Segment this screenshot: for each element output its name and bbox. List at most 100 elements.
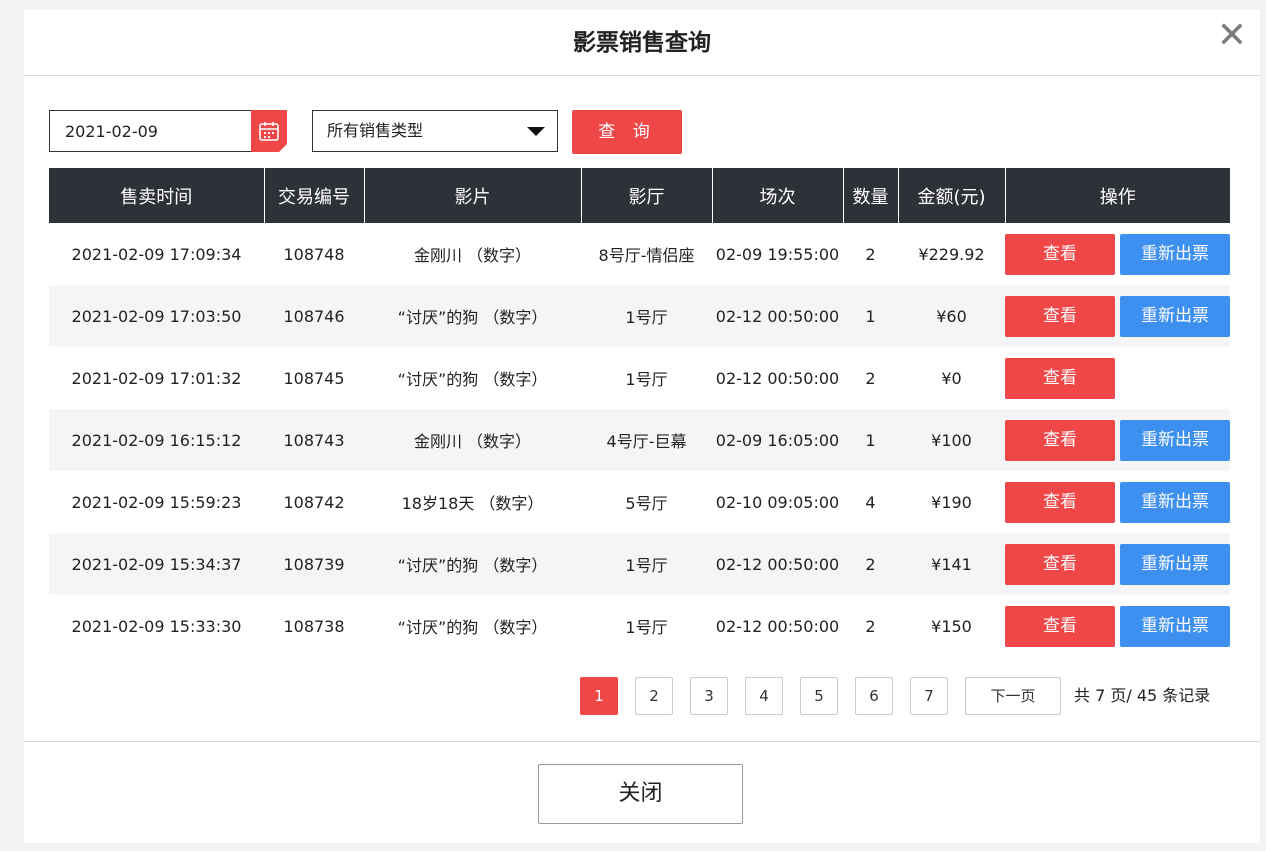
table-row: 2021-02-09 15:34:37 108739 “讨厌”的狗 （数字） 1号厅 0… bbox=[49, 533, 1230, 595]
cell-amount: ¥0 bbox=[941, 368, 962, 388]
table-row: 2021-02-09 17:09:34 108748 金刚川 （数字） 8号厅-情侣座… bbox=[49, 223, 1230, 285]
reissue-button[interactable]: 重新出票 bbox=[1120, 606, 1230, 647]
cell-time: 2021-02-09 15:34:37 bbox=[49, 533, 264, 595]
view-button[interactable]: 查看 bbox=[1005, 420, 1115, 461]
close-icon[interactable]: ✕ bbox=[1214, 18, 1250, 54]
cell-id: 108739 bbox=[264, 533, 364, 595]
cell-time: 2021-02-09 15:33:30 bbox=[71, 616, 242, 636]
chevron-down-icon bbox=[527, 127, 545, 136]
cell-actions: 查看 重新出票 bbox=[1005, 285, 1230, 347]
cell-qty: 1 bbox=[843, 409, 898, 471]
cell-hall: 5号厅 bbox=[625, 494, 668, 513]
cell-film: “讨厌”的狗 （数字） bbox=[364, 285, 581, 347]
cell-film: “讨厌”的狗 （数字） bbox=[364, 533, 581, 595]
page-1-button[interactable]: 1 bbox=[580, 677, 618, 715]
cell-session: 02-12 00:50:00 bbox=[712, 533, 843, 595]
cell-amount: ¥190 bbox=[931, 492, 972, 512]
cell-film: 18岁18天 （数字） bbox=[401, 494, 544, 513]
cell-hall: 8号厅-情侣座 bbox=[598, 246, 695, 265]
row-actions: 查看 重新出票 bbox=[1005, 471, 1230, 533]
cell-id: 108738 bbox=[283, 616, 345, 636]
calendar-icon[interactable] bbox=[251, 110, 287, 152]
cell-hall: 1号厅 bbox=[581, 533, 712, 595]
cell-amount: ¥229.92 bbox=[918, 244, 985, 264]
reissue-button[interactable]: 重新出票 bbox=[1120, 420, 1230, 461]
sales-table: 售卖时间 交易编号 影片 影厅 场次 数量 金额(元) 操作 2021-02-0… bbox=[49, 168, 1230, 657]
query-button[interactable]: 查 询 bbox=[572, 110, 682, 154]
cell-actions: 查看 重新出票 bbox=[1005, 471, 1230, 533]
cell-film: “讨厌”的狗 （数字） bbox=[397, 618, 548, 637]
view-button[interactable]: 查看 bbox=[1005, 544, 1115, 585]
page-6-button[interactable]: 6 bbox=[855, 677, 893, 715]
row-actions: 查看 重新出票 bbox=[1005, 223, 1230, 285]
cell-qty: 4 bbox=[865, 492, 876, 512]
table-row: 2021-02-09 15:59:23 108742 18岁18天 （数字） 5号厅 0… bbox=[49, 471, 1230, 533]
header-qty: 数量 bbox=[842, 168, 898, 223]
page-2-button[interactable]: 2 bbox=[635, 677, 673, 715]
view-button[interactable]: 查看 bbox=[1005, 358, 1115, 399]
pagination: 1 2 3 4 5 6 7 下一页 共 7 页/ 45 条记录 bbox=[580, 677, 1260, 717]
page-4-button[interactable]: 4 bbox=[745, 677, 783, 715]
cell-time: 2021-02-09 16:15:12 bbox=[49, 409, 264, 471]
footer-divider bbox=[24, 741, 1260, 742]
filter-toolbar: 2021-02-09 所有销售类型 查 询 bbox=[49, 110, 749, 156]
header-id: 交易编号 bbox=[263, 168, 364, 223]
reissue-button[interactable]: 重新出票 bbox=[1120, 296, 1230, 337]
sale-type-value: 所有销售类型 bbox=[327, 121, 424, 140]
cell-id: 108748 bbox=[283, 244, 345, 264]
table-row: 2021-02-09 17:01:32 108745 “讨厌”的狗 （数字） 1号厅 0… bbox=[49, 347, 1230, 409]
reissue-button[interactable]: 重新出票 bbox=[1120, 234, 1230, 275]
cell-qty: 1 bbox=[843, 285, 898, 347]
view-button[interactable]: 查看 bbox=[1005, 234, 1115, 275]
cell-session: 02-09 19:55:00 bbox=[715, 244, 840, 264]
row-actions: 查看 bbox=[1005, 347, 1230, 409]
cell-qty: 2 bbox=[865, 368, 876, 388]
row-actions: 查看 重新出票 bbox=[1005, 409, 1230, 471]
cell-time: 2021-02-09 15:59:23 bbox=[71, 492, 242, 512]
cell-amount: ¥150 bbox=[931, 616, 972, 636]
cell-film: 金刚川 （数字） bbox=[413, 246, 532, 265]
cell-session: 02-12 00:50:00 bbox=[715, 616, 840, 636]
row-actions: 查看 重新出票 bbox=[1005, 533, 1230, 595]
page-3-button[interactable]: 3 bbox=[690, 677, 728, 715]
view-button[interactable]: 查看 bbox=[1005, 606, 1115, 647]
cell-id: 108746 bbox=[264, 285, 364, 347]
header-hall: 影厅 bbox=[580, 168, 712, 223]
header-amount: 金额(元) bbox=[897, 168, 1005, 223]
date-field[interactable]: 2021-02-09 bbox=[49, 110, 287, 152]
header-time: 售卖时间 bbox=[49, 168, 264, 223]
cell-session: 02-12 00:50:00 bbox=[712, 285, 843, 347]
cell-session: 02-10 09:05:00 bbox=[715, 492, 840, 512]
view-button[interactable]: 查看 bbox=[1005, 296, 1115, 337]
cell-qty: 2 bbox=[865, 616, 876, 636]
table-row: 2021-02-09 16:15:12 108743 金刚川 （数字） 4号厅-巨幕 0… bbox=[49, 409, 1230, 471]
header-session: 场次 bbox=[711, 168, 843, 223]
cell-actions: 查看 重新出票 bbox=[1005, 533, 1230, 595]
reissue-button[interactable]: 重新出票 bbox=[1120, 544, 1230, 585]
cell-time: 2021-02-09 17:01:32 bbox=[71, 368, 242, 388]
cell-film: 金刚川 （数字） bbox=[364, 409, 581, 471]
sale-type-select[interactable]: 所有销售类型 bbox=[312, 110, 558, 152]
row-actions: 查看 重新出票 bbox=[1005, 595, 1230, 657]
cell-time: 2021-02-09 17:09:34 bbox=[71, 244, 242, 264]
page-7-button[interactable]: 7 bbox=[910, 677, 948, 715]
dialog-title: 影票销售查询 bbox=[24, 10, 1260, 76]
table-row: 2021-02-09 15:33:30 108738 “讨厌”的狗 （数字） 1号厅 0… bbox=[49, 595, 1230, 657]
reissue-button[interactable]: 重新出票 bbox=[1120, 482, 1230, 523]
cell-actions: 查看 重新出票 bbox=[1005, 409, 1230, 471]
cell-amount: ¥100 bbox=[898, 409, 1005, 471]
date-value: 2021-02-09 bbox=[65, 122, 158, 141]
view-button[interactable]: 查看 bbox=[1005, 482, 1115, 523]
cell-hall: 1号厅 bbox=[625, 370, 668, 389]
next-page-button[interactable]: 下一页 bbox=[965, 677, 1061, 715]
cell-amount: ¥60 bbox=[898, 285, 1005, 347]
pagination-summary: 共 7 页/ 45 条记录 bbox=[1074, 686, 1211, 705]
cell-qty: 2 bbox=[865, 244, 876, 264]
header-film: 影片 bbox=[363, 168, 581, 223]
page-5-button[interactable]: 5 bbox=[800, 677, 838, 715]
table-row: 2021-02-09 17:03:50 108746 “讨厌”的狗 （数字） 1号厅 0… bbox=[49, 285, 1230, 347]
table-header-row: 售卖时间 交易编号 影片 影厅 场次 数量 金额(元) 操作 bbox=[49, 168, 1230, 223]
cell-time: 2021-02-09 17:03:50 bbox=[49, 285, 264, 347]
cell-actions: 查看 重新出票 bbox=[1005, 223, 1230, 285]
close-button[interactable]: 关闭 bbox=[538, 764, 743, 824]
